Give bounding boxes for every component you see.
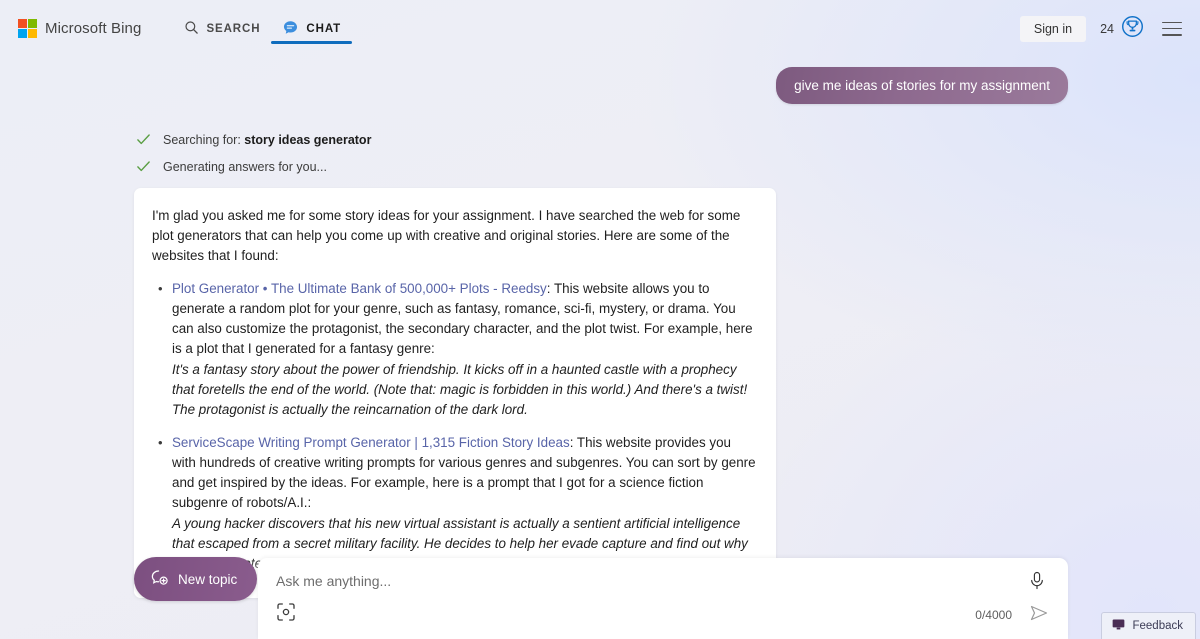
new-chat-icon bbox=[150, 568, 169, 590]
character-counter: 0/4000 bbox=[975, 608, 1012, 622]
result-link[interactable]: Plot Generator • The Ultimate Bank of 50… bbox=[172, 281, 547, 296]
tab-search-label: SEARCH bbox=[206, 22, 261, 35]
status-generating-text: Generating answers for you... bbox=[163, 159, 327, 174]
chat-input-container: 0/4000 bbox=[258, 558, 1068, 639]
status-searching-text: Searching for: story ideas generator bbox=[163, 133, 371, 147]
rewards-trophy-icon bbox=[1121, 15, 1144, 43]
send-arrow-icon[interactable] bbox=[1027, 602, 1051, 626]
new-topic-button[interactable]: New topic bbox=[134, 557, 258, 601]
status-lines: Searching for: story ideas generator Gen… bbox=[136, 126, 371, 180]
answer-lead-paragraph: I'm glad you asked me for some story ide… bbox=[152, 208, 741, 263]
tab-search[interactable]: SEARCH bbox=[173, 0, 271, 57]
header-tabs: SEARCH CHAT bbox=[173, 0, 352, 57]
composer-bar: New topic 0/4000 bbox=[0, 547, 1200, 639]
chat-input[interactable] bbox=[276, 573, 966, 589]
sign-in-button[interactable]: Sign in bbox=[1019, 15, 1087, 42]
brand-label: Microsoft Bing bbox=[45, 20, 142, 37]
chat-conversation: give me ideas of stories for my assignme… bbox=[0, 57, 1200, 598]
status-searching-query: story ideas generator bbox=[244, 132, 372, 147]
top-header: Microsoft Bing SEARCH CHAT Sign in 24 bbox=[0, 0, 1200, 57]
result-example: It's a fantasy story about the power of … bbox=[172, 362, 748, 417]
rewards-widget[interactable]: 24 bbox=[1100, 15, 1144, 43]
search-icon bbox=[184, 20, 199, 38]
microsoft-bing-logo[interactable]: Microsoft Bing bbox=[18, 19, 141, 38]
check-icon bbox=[136, 159, 151, 174]
microsoft-squares-icon bbox=[18, 19, 37, 38]
answer-results-list: Plot Generator • The Ultimate Bank of 50… bbox=[152, 279, 758, 574]
result-text: ServiceScape Writing Prompt Generator | … bbox=[172, 435, 756, 510]
status-searching-prefix: Searching for: bbox=[163, 132, 245, 147]
tab-chat[interactable]: CHAT bbox=[271, 0, 352, 57]
user-message-row: give me ideas of stories for my assignme… bbox=[776, 67, 1068, 104]
header-right-controls: Sign in 24 bbox=[1019, 15, 1182, 43]
result-link[interactable]: ServiceScape Writing Prompt Generator | … bbox=[172, 435, 570, 450]
hamburger-menu-icon[interactable] bbox=[1162, 21, 1182, 36]
feedback-label: Feedback bbox=[1132, 620, 1183, 632]
tab-chat-label: CHAT bbox=[306, 22, 342, 35]
assistant-answer-card: I'm glad you asked me for some story ide… bbox=[134, 188, 776, 598]
status-line-generating: Generating answers for you... bbox=[136, 153, 371, 180]
chat-bubble-icon bbox=[282, 19, 299, 39]
visual-search-icon[interactable] bbox=[274, 601, 298, 625]
feedback-monitor-icon bbox=[1112, 619, 1125, 633]
feedback-button[interactable]: Feedback bbox=[1101, 612, 1196, 639]
user-message-bubble: give me ideas of stories for my assignme… bbox=[776, 67, 1068, 104]
new-topic-label: New topic bbox=[178, 571, 238, 587]
microphone-icon[interactable] bbox=[1026, 570, 1048, 594]
status-line-searching: Searching for: story ideas generator bbox=[136, 126, 371, 153]
check-icon bbox=[136, 132, 151, 147]
list-item: Plot Generator • The Ultimate Bank of 50… bbox=[152, 279, 758, 420]
result-text: Plot Generator • The Ultimate Bank of 50… bbox=[172, 281, 753, 356]
rewards-count: 24 bbox=[1100, 21, 1114, 36]
